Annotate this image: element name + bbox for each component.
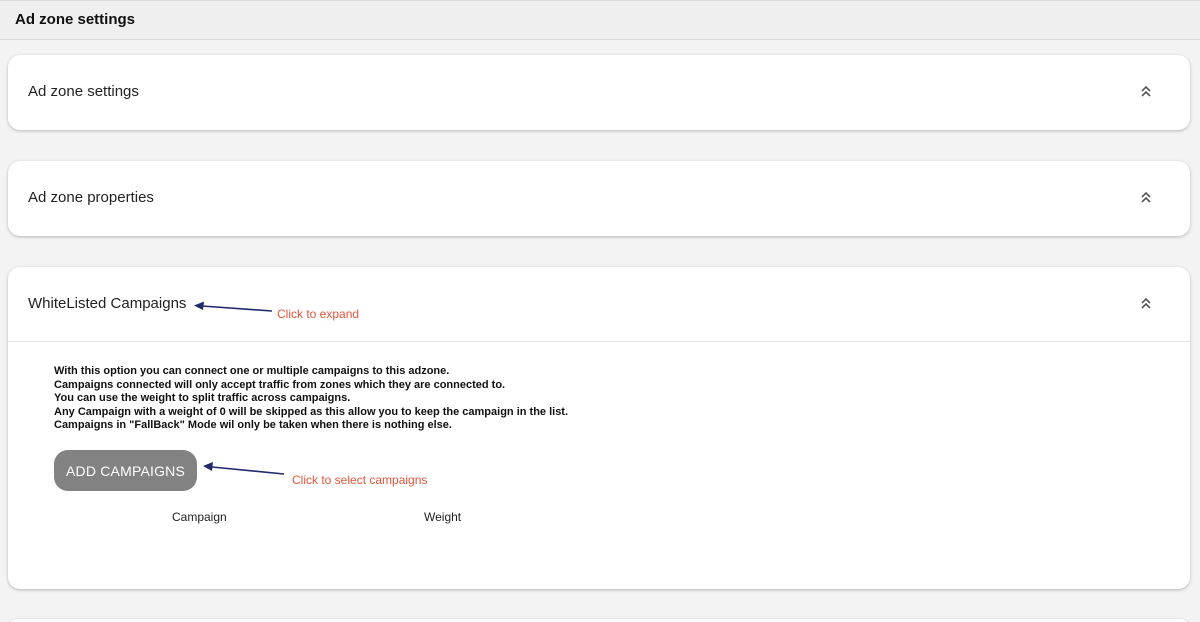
chevron-double-up-icon[interactable] (1140, 84, 1152, 100)
column-header-campaign: Campaign (172, 510, 227, 524)
description-line: Any Campaign with a weight of 0 will be … (54, 405, 569, 418)
annotation-click-to-select-campaigns: Click to select campaigns (292, 473, 428, 487)
description-line: With this option you can connect one or … (54, 365, 450, 377)
section-whitelisted-campaigns[interactable]: WhiteListed Campaigns With this option y… (8, 267, 1190, 589)
section-header[interactable]: WhiteListed Campaigns (8, 267, 1190, 342)
description-line: Campaigns in "FallBack" Mode wil only be… (54, 419, 452, 431)
add-campaigns-button[interactable]: ADD CAMPAIGNS (54, 450, 197, 491)
description-line: Campaigns connected will only accept tra… (54, 378, 506, 391)
section-divider (8, 341, 1190, 342)
section-header[interactable]: Ad zone settings (8, 55, 1190, 130)
chevron-double-up-icon[interactable] (1140, 190, 1152, 206)
top-header-bar: Ad zone settings (0, 0, 1200, 40)
section-header[interactable]: Ad zone properties (8, 161, 1190, 236)
section-ad-zone-settings[interactable]: Ad zone settings (8, 55, 1190, 130)
column-header-weight: Weight (424, 510, 462, 524)
annotation-click-to-expand: Click to expand (277, 307, 360, 321)
section-title: WhiteListed Campaigns (28, 295, 187, 312)
annotation-arrow-expand (194, 301, 273, 312)
page-title: Ad zone settings (15, 11, 136, 28)
section-title: Ad zone settings (28, 83, 139, 100)
annotation-arrow-select (203, 462, 285, 475)
chevron-double-up-icon[interactable] (1140, 296, 1152, 312)
whitelist-description: With this option you can connect one or … (54, 365, 568, 433)
description-line: You can use the weight to split traffic … (54, 392, 351, 404)
section-title: Ad zone properties (28, 189, 154, 206)
section-ad-zone-properties[interactable]: Ad zone properties (8, 161, 1190, 236)
